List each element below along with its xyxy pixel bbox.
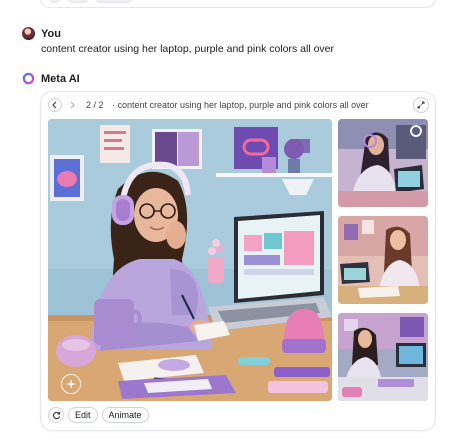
- avatar: [22, 27, 35, 40]
- generated-image-illustration: [48, 119, 332, 401]
- previous-image-button[interactable]: [48, 98, 62, 112]
- previous-action-icon[interactable]: [49, 0, 61, 3]
- thumbnail-image-2[interactable]: [338, 216, 428, 304]
- thumbnail-image-3[interactable]: [338, 313, 428, 401]
- animate-button[interactable]: Animate: [101, 407, 149, 423]
- user-message-header: You: [22, 27, 61, 40]
- previous-action-button[interactable]: [95, 0, 133, 3]
- image-actions: Edit Animate: [48, 407, 149, 423]
- image-caption: · content creator using her laptop, purp…: [112, 100, 369, 110]
- expand-button[interactable]: [413, 97, 429, 113]
- ai-name: Meta AI: [41, 72, 80, 85]
- meta-ai-logo-icon: [22, 72, 35, 85]
- sparkle-icon: [61, 374, 81, 394]
- thumbnail-image-1[interactable]: [338, 119, 428, 207]
- image-counter: 2 / 2: [86, 100, 104, 110]
- main-generated-image[interactable]: [48, 119, 332, 401]
- expand-icon: [417, 101, 425, 109]
- chevron-right-icon: [70, 101, 75, 109]
- user-name: You: [41, 27, 61, 40]
- next-image-button[interactable]: [65, 98, 79, 112]
- refresh-icon: [52, 411, 60, 419]
- chevron-left-icon: [52, 101, 57, 109]
- edit-button[interactable]: Edit: [68, 407, 98, 423]
- image-result-card: 2 / 2 · content creator using her laptop…: [40, 91, 436, 431]
- user-prompt-text: content creator using her laptop, purple…: [41, 43, 335, 55]
- selected-indicator-icon: [410, 125, 422, 137]
- previous-action-button[interactable]: [67, 0, 89, 3]
- ai-message-header: Meta AI: [22, 72, 80, 85]
- regenerate-button[interactable]: [48, 407, 64, 423]
- previous-message-card: [40, 0, 436, 8]
